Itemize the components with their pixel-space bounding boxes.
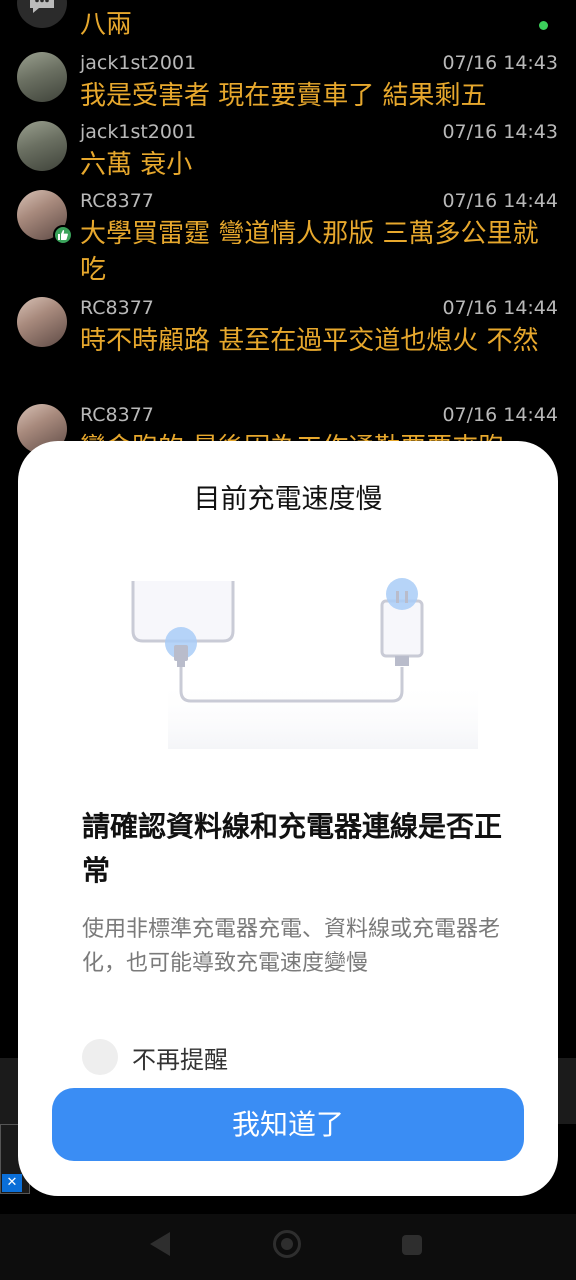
avatar[interactable] bbox=[17, 121, 67, 171]
message-text: 我是受害者 現在要賣車了 結果剩五 bbox=[80, 81, 487, 111]
dont-remind-checkbox[interactable]: 不再提醒 bbox=[82, 1037, 228, 1077]
thumbs-up-icon bbox=[53, 225, 73, 245]
avatar[interactable] bbox=[17, 297, 67, 347]
message-username[interactable]: jack1st2001 bbox=[80, 52, 196, 74]
online-indicator bbox=[539, 21, 548, 30]
recents-icon[interactable] bbox=[402, 1235, 422, 1255]
message-timestamp: 07/16 14:44 bbox=[442, 297, 558, 319]
charging-slow-dialog: 目前充電速度慢 請確認資料線和充電器連線是否正常 使用非標準充電器充電、資料線或… bbox=[18, 441, 558, 1196]
back-icon[interactable] bbox=[150, 1232, 170, 1256]
message-timestamp: 07/16 14:44 bbox=[442, 190, 558, 212]
message-text: 大學買雷霆 彎道情人那版 三萬多公里就吃 bbox=[80, 219, 539, 285]
dialog-body: 使用非標準充電器充電、資料線或充電器老化，也可能導致充電速度變慢 bbox=[82, 917, 501, 976]
dialog-title: 目前充電速度慢 bbox=[193, 484, 383, 515]
avatar[interactable] bbox=[17, 52, 67, 102]
checkbox-label: 不再提醒 bbox=[132, 1045, 228, 1074]
message-username[interactable]: RC8377 bbox=[80, 190, 154, 212]
message-username[interactable]: RC8377 bbox=[80, 297, 154, 319]
charger-illustration-icon bbox=[131, 578, 478, 749]
close-ad-icon[interactable]: ✕ bbox=[2, 1174, 22, 1192]
checkbox-circle[interactable] bbox=[82, 1039, 118, 1075]
message-username[interactable]: RC8377 bbox=[80, 404, 154, 426]
message-text: 六萬 衰小 bbox=[80, 150, 193, 180]
message-text: 時不時顧路 甚至在過平交道也熄火 不然 bbox=[80, 326, 539, 356]
chat-bubble-icon bbox=[30, 0, 54, 13]
message-timestamp: 07/16 14:43 bbox=[442, 121, 558, 143]
message-username[interactable]: jack1st2001 bbox=[80, 121, 196, 143]
home-icon[interactable] bbox=[273, 1230, 301, 1258]
dialog-heading: 請確認資料線和充電器連線是否正常 bbox=[82, 810, 503, 887]
message-timestamp: 07/16 14:44 bbox=[442, 404, 558, 426]
message-timestamp: 07/16 14:43 bbox=[442, 52, 558, 74]
message-text: 八兩 bbox=[80, 10, 133, 40]
avatar[interactable] bbox=[17, 0, 67, 28]
acknowledge-button[interactable]: 我知道了 bbox=[52, 1088, 524, 1161]
